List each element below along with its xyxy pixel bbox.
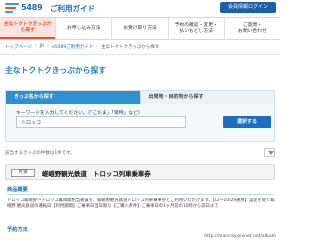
chevron-down-icon[interactable] (264, 148, 275, 157)
breadcrumb-separator-icon: › (34, 44, 37, 49)
tab-departure-destination[interactable]: 出発地・目的地から探す (139, 91, 274, 104)
e5489-logo[interactable]: 5489 (5, 2, 45, 14)
section-heading-overview: 商品概要 (7, 187, 28, 193)
breadcrumb-separator-icon: › (47, 44, 50, 49)
result-description: トロッコ嵯峨野～トロッコ亀岡間相当運賃を、嵯峨野観光鉄道トロッコ列車乗車券とご利… (7, 198, 275, 209)
nav-item-ticket-search[interactable]: 主なトクトクきっぷから探す (0, 18, 56, 39)
result-card-header: 片道 嵯峨野観光鉄道 トロッコ列車乗車券 (5, 164, 275, 180)
results-count: 該当するきっぷの件数は1件です。 (5, 151, 75, 156)
search-tabs: きっぷ名から探す 出発地・目的地から探す (6, 91, 274, 104)
breadcrumb: トップページ › JR › e5489ご利用ガイド › 主なトクトクきっぷから探… (5, 44, 159, 50)
guide-title: ご利用ガイド (50, 4, 95, 13)
logo-text: 5489 (21, 3, 43, 12)
page-title: 主なトクトクきっぷから探す (5, 66, 107, 75)
tab-ticket-name[interactable]: きっぷ名から探す (6, 91, 140, 104)
result-card: 片道 嵯峨野観光鉄道 トロッコ列車乗車券 商品概要 トロッコ嵯峨野～トロッコ亀岡… (5, 164, 275, 243)
main-nav: 主なトクトクきっぷから探す お申し込み方法 お受け取り方法 予約の確認・変更・ … (0, 17, 280, 40)
result-title[interactable]: 嵯峨野観光鉄道 トロッコ列車乗車券 (42, 169, 151, 178)
nav-item-change-refund[interactable]: 予約の確認・変更・ 払いもどし方法 (167, 18, 224, 39)
search-panel: きっぷ名から探す 出発地・目的地から探す キーワードを入力してください。（「こだ… (5, 90, 275, 142)
keyword-search-input[interactable] (16, 116, 186, 128)
site-header: 5489 ご利用ガイド 会員情報ログイン (0, 0, 280, 17)
breadcrumb-current: 主なトクトクきっぷから探す (101, 45, 160, 50)
logo-mark-icon (5, 3, 19, 14)
nav-item-apply[interactable]: お申し込み方法 (55, 18, 111, 39)
nav-item-faq[interactable]: ご質問・ お問い合わせ (223, 18, 280, 39)
ticket-type-badge: 片道 (11, 169, 35, 177)
member-login-button[interactable]: 会員情報ログイン (220, 2, 276, 13)
breadcrumb-separator-icon: › (96, 44, 99, 49)
divider (0, 54, 280, 55)
breadcrumb-guide[interactable]: e5489ご利用ガイド (52, 44, 93, 50)
search-label: キーワードを入力してください。（「こだま」「早特」など） (16, 111, 143, 116)
section-divider (7, 194, 273, 195)
select-button[interactable]: 選択する (223, 116, 271, 128)
breadcrumb-jr[interactable]: JR (40, 44, 44, 50)
breadcrumb-top[interactable]: トップページ (5, 44, 32, 50)
section-heading-reservation: 予約方法 (7, 227, 28, 233)
nav-item-receive[interactable]: お受け取り方法 (111, 18, 167, 39)
watermark-text: http://marsray.pixnet.net/album (204, 234, 276, 239)
